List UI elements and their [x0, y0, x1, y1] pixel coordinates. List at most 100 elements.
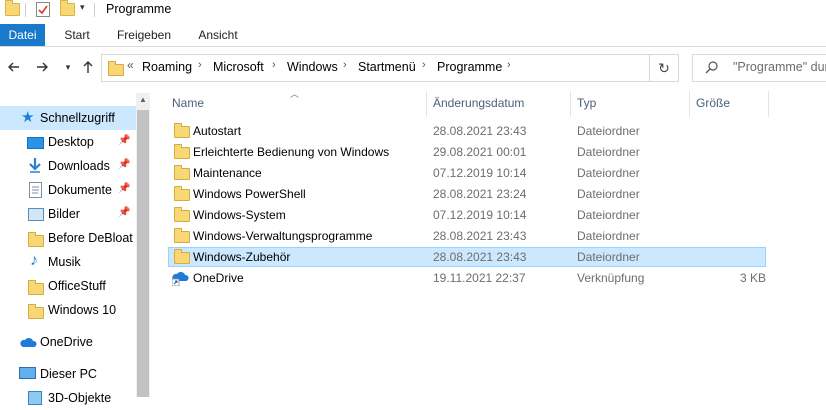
nav-item-bilder[interactable]: Bilder 📌 [0, 202, 136, 226]
pin-icon[interactable]: 📌 [118, 183, 130, 194]
folder-icon [28, 232, 44, 247]
tab-view[interactable]: Ansicht [190, 24, 246, 46]
nav-item-label: Schnellzugriff [40, 111, 115, 125]
tab-share[interactable]: Freigeben [112, 24, 176, 46]
pictures-icon [28, 208, 44, 221]
column-divider[interactable] [570, 91, 571, 117]
tab-file[interactable]: Datei [0, 24, 45, 46]
nav-item-label: Dokumente [48, 183, 112, 197]
file-name: Windows-System [193, 208, 286, 222]
nav-item-musik[interactable]: ♪ Musik [0, 250, 136, 274]
column-header-size[interactable]: Größe [696, 96, 730, 110]
ribbon: Datei Start Freigeben Ansicht [0, 24, 826, 47]
address-bar[interactable]: « Roaming › Microsoft › Windows › Startm… [101, 54, 650, 82]
file-type: Dateiordner [577, 229, 640, 243]
nav-item-before-debloat[interactable]: Before DeBloat [0, 226, 136, 250]
table-row[interactable]: Windows PowerShell 28.08.2021 23:24 Date… [168, 184, 766, 204]
column-header-type[interactable]: Typ [577, 96, 596, 110]
nav-item-downloads[interactable]: Downloads 📌 [0, 154, 136, 178]
properties-icon[interactable] [36, 2, 50, 17]
nav-item-label: Before DeBloat [48, 231, 133, 245]
chevron-right-icon[interactable]: › [272, 59, 276, 71]
file-type: Dateiordner [577, 124, 640, 138]
nav-item-officestuff[interactable]: OfficeStuff [0, 274, 136, 298]
forward-arrow-icon[interactable] [32, 57, 52, 77]
pin-icon[interactable]: 📌 [118, 159, 130, 170]
breadcrumb-overflow[interactable]: « [127, 58, 134, 72]
breadcrumb-windows[interactable]: Windows [287, 60, 338, 74]
table-row-selected[interactable]: Windows-Zubehör 28.08.2021 23:43 Dateior… [168, 247, 766, 267]
nav-item-label: Downloads [48, 159, 110, 173]
cube-icon [28, 391, 42, 405]
table-row[interactable]: Windows-Verwaltungsprogramme 28.08.2021 … [168, 226, 766, 246]
breadcrumb-startmenu[interactable]: Startmenü [358, 60, 416, 74]
nav-item-label: Dieser PC [40, 367, 97, 381]
refresh-icon: ↻ [658, 60, 670, 76]
file-date: 19.11.2021 22:37 [433, 271, 526, 285]
nav-item-windows-10[interactable]: Windows 10 [0, 298, 136, 322]
file-size: 3 KB [739, 271, 766, 285]
file-date: 29.08.2021 00:01 [433, 145, 527, 159]
nav-item-dokumente[interactable]: Dokumente 📌 [0, 178, 136, 202]
divider [94, 3, 95, 17]
nav-item-schnellzugriff[interactable]: ★ Schnellzugriff [0, 106, 136, 130]
folder-icon [174, 186, 190, 201]
new-folder-icon[interactable] [60, 0, 75, 16]
file-name: Maintenance [193, 166, 262, 180]
chevron-right-icon[interactable]: › [198, 59, 202, 71]
table-row[interactable]: Windows-System 07.12.2019 10:14 Dateiord… [168, 205, 766, 225]
back-arrow-icon[interactable] [4, 57, 24, 77]
address-row: ▾ « Roaming › Microsoft › Windows › Star… [0, 47, 826, 89]
chevron-right-icon[interactable]: › [507, 59, 511, 71]
refresh-button[interactable]: ↻ [650, 54, 679, 82]
divider [25, 3, 26, 17]
nav-item-dieser-pc[interactable]: Dieser PC [0, 362, 136, 386]
file-name: Autostart [193, 124, 242, 138]
title-bar: ▾ Programme [0, 0, 826, 22]
file-name: Windows PowerShell [193, 187, 306, 201]
up-arrow-icon[interactable] [78, 57, 98, 77]
search-box[interactable]: "Programme" durchsuchen [692, 54, 826, 82]
column-divider[interactable] [768, 91, 769, 117]
folder-icon [174, 165, 190, 180]
breadcrumb-roaming[interactable]: Roaming [142, 60, 192, 74]
file-name: Erleichterte Bedienung von Windows [193, 145, 390, 159]
nav-item-label: Bilder [48, 207, 80, 221]
breadcrumb-microsoft[interactable]: Microsoft [213, 60, 264, 74]
nav-item-label: OneDrive [40, 335, 93, 349]
window-title: Programme [106, 2, 172, 16]
folder-icon [174, 144, 190, 159]
nav-item-desktop[interactable]: Desktop 📌 [0, 130, 136, 154]
column-header-date[interactable]: Änderungsdatum [433, 96, 524, 110]
scroll-up-icon[interactable]: ▲ [136, 93, 150, 107]
search-icon [705, 60, 719, 77]
chevron-right-icon[interactable]: › [422, 59, 426, 71]
table-row[interactable]: Maintenance 07.12.2019 10:14 Dateiordner [168, 163, 766, 183]
column-header-name[interactable]: Name [172, 96, 204, 110]
column-divider[interactable] [426, 91, 427, 117]
chevron-right-icon[interactable]: › [343, 59, 347, 71]
document-icon [29, 182, 42, 198]
file-list: ︿ Name Änderungsdatum Typ Größe Autostar… [150, 89, 826, 397]
nav-item-onedrive[interactable]: OneDrive [0, 330, 136, 354]
sort-ascending-icon: ︿ [290, 89, 300, 99]
file-type: Dateiordner [577, 145, 640, 159]
folder-icon [28, 280, 44, 295]
nav-item-label: 3D-Objekte [48, 391, 112, 405]
tab-start[interactable]: Start [55, 24, 99, 46]
breadcrumb-programme[interactable]: Programme [437, 60, 502, 74]
pin-icon[interactable]: 📌 [118, 207, 130, 218]
column-divider[interactable] [689, 91, 690, 117]
table-row[interactable]: OneDrive 19.11.2021 22:37 Verknüpfung 3 … [168, 268, 766, 288]
pin-icon[interactable]: 📌 [118, 135, 130, 146]
table-row[interactable]: Erleichterte Bedienung von Windows 29.08… [168, 142, 766, 162]
file-type: Dateiordner [577, 187, 640, 201]
recent-locations-chevron-icon[interactable]: ▾ [58, 57, 78, 77]
nav-scrollbar-thumb[interactable] [137, 110, 149, 397]
quick-access-dropdown-icon[interactable]: ▾ [80, 2, 85, 13]
nav-item-3d-objekte[interactable]: 3D-Objekte [0, 386, 136, 410]
file-type: Dateiordner [577, 208, 640, 222]
folder-icon [174, 228, 190, 243]
table-row[interactable]: Autostart 28.08.2021 23:43 Dateiordner [168, 121, 766, 141]
desktop-icon [27, 137, 44, 149]
